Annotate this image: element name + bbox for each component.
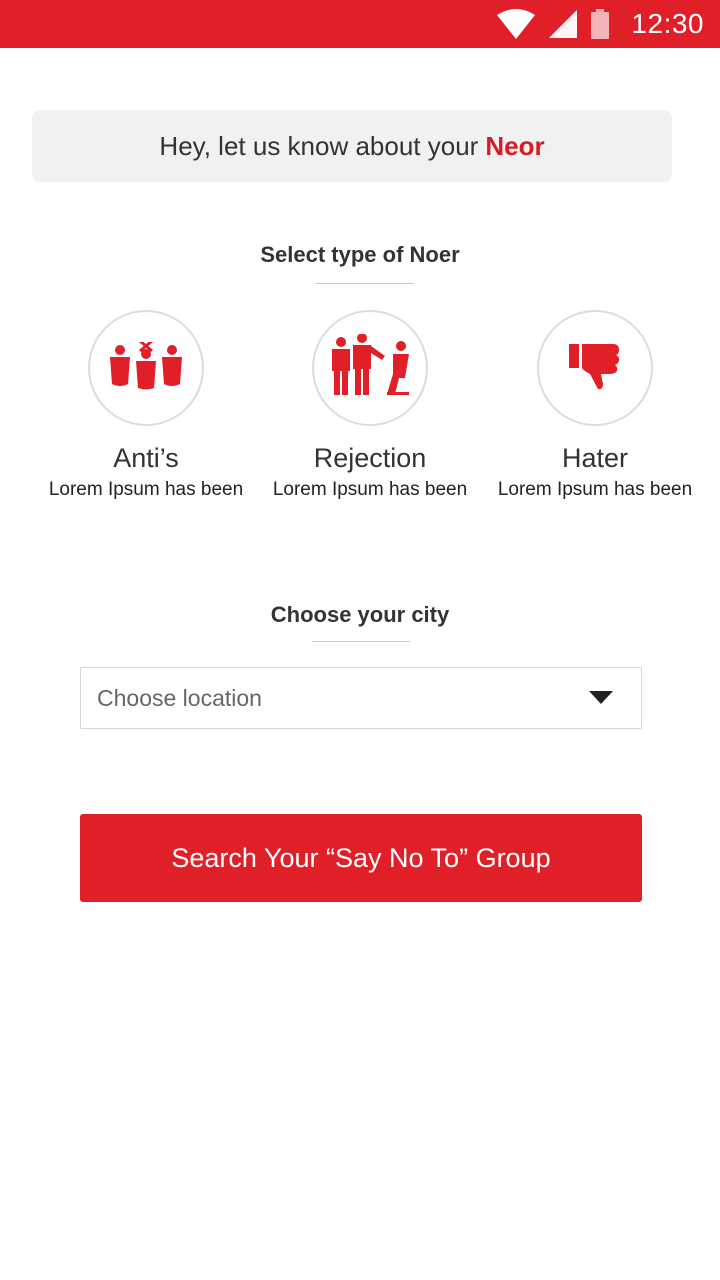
type-heading-divider	[316, 283, 414, 284]
city-section-heading: Choose your city	[270, 602, 450, 627]
wifi-icon	[497, 9, 536, 39]
city-heading-divider	[312, 641, 410, 642]
type-option-rejection-title: Rejection	[313, 443, 427, 473]
rejection-people-icon	[329, 332, 411, 403]
type-option-hater[interactable]: Hater Lorem Ipsum has been	[482, 310, 708, 502]
type-option-antis-circle	[88, 310, 204, 426]
cell-signal-icon	[549, 10, 578, 38]
caret-down-icon	[589, 691, 613, 705]
type-section-heading: Select type of Noer	[260, 242, 460, 267]
anti-group-icon	[108, 339, 184, 395]
type-option-antis-description: Lorem Ipsum has been	[48, 479, 244, 500]
location-select[interactable]: Choose location	[80, 667, 642, 729]
search-group-button[interactable]: Search Your “Say No To” Group	[80, 814, 642, 902]
thumbs-down-icon	[569, 342, 621, 395]
location-select-placeholder: Choose location	[97, 684, 262, 711]
type-option-hater-description: Lorem Ipsum has been	[497, 479, 693, 500]
status-bar: 12:30	[0, 0, 720, 48]
type-option-rejection-circle	[312, 310, 428, 426]
status-time: 12:30	[631, 8, 704, 39]
banner-highlight: Neor	[485, 130, 545, 161]
type-option-antis[interactable]: Anti’s Lorem Ipsum has been	[33, 310, 259, 502]
intro-banner: Hey, let us know about your Neor	[32, 110, 672, 182]
battery-icon	[591, 9, 610, 39]
type-option-hater-circle	[537, 310, 653, 426]
type-option-rejection-description: Lorem Ipsum has been	[272, 479, 468, 500]
type-option-antis-title: Anti’s	[113, 443, 179, 473]
type-option-rejection[interactable]: Rejection Lorem Ipsum has been	[257, 310, 483, 502]
banner-text: Hey, let us know about your	[159, 130, 479, 161]
type-option-hater-title: Hater	[561, 443, 629, 473]
